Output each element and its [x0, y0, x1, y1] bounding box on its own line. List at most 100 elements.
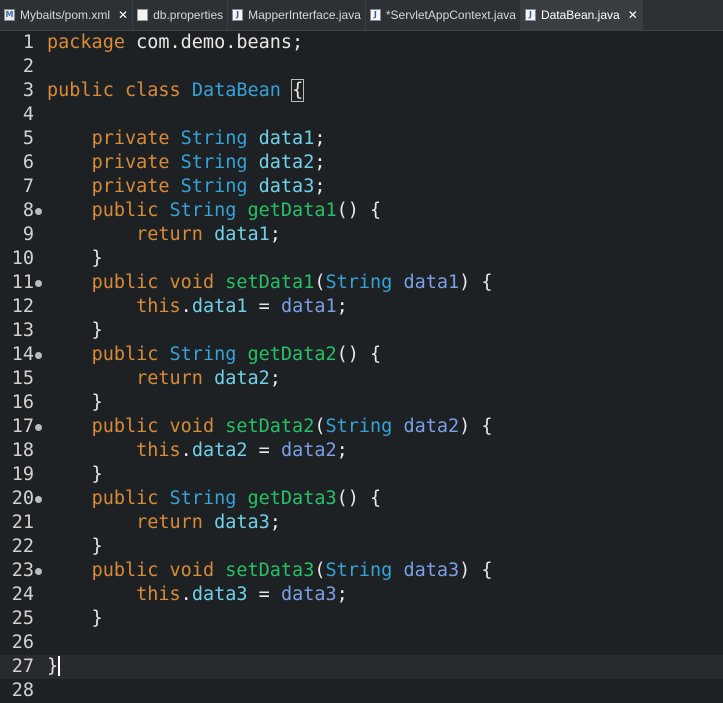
- code-token: .: [180, 440, 192, 461]
- code-line[interactable]: 22 }: [0, 535, 723, 559]
- code-line[interactable]: 9 return data1;: [0, 223, 723, 247]
- code-line[interactable]: 16 }: [0, 391, 723, 415]
- fold-toggle-icon[interactable]: [35, 424, 42, 431]
- code-token: String: [180, 176, 248, 197]
- line-number: 25: [11, 608, 34, 629]
- code-line[interactable]: 11 public void setData1(String data1) {: [0, 271, 723, 295]
- code-token: return: [136, 368, 203, 389]
- code-line[interactable]: 20 public String getData3() {: [0, 487, 723, 511]
- line-number: 9: [22, 224, 34, 245]
- close-icon[interactable]: ✕: [628, 8, 638, 22]
- code-token: void: [169, 560, 215, 581]
- properties-file-icon: [137, 9, 149, 21]
- tab-0[interactable]: M Mybaits/pom.xml ✕: [0, 0, 134, 30]
- line-number: 27: [11, 656, 34, 677]
- line-number: 6: [22, 152, 34, 173]
- code-token: ) {: [459, 560, 493, 581]
- code-line[interactable]: 15 return data2;: [0, 367, 723, 391]
- maven-file-icon: M: [4, 9, 15, 21]
- tab-1[interactable]: db.properties: [133, 0, 229, 30]
- code-line[interactable]: 19 }: [0, 463, 723, 487]
- code-line[interactable]: 3 public class DataBean {: [0, 79, 723, 103]
- code-token: String: [169, 488, 237, 509]
- code-text: this.data1 = data1;: [47, 295, 348, 319]
- code-line[interactable]: 12 this.data1 = data1;: [0, 295, 723, 319]
- code-line[interactable]: 8 public String getData1() {: [0, 199, 723, 223]
- code-token: public: [47, 80, 114, 101]
- line-number: 24: [11, 584, 34, 605]
- code-line[interactable]: 25 }: [0, 607, 723, 631]
- code-token: DataBean: [191, 80, 281, 101]
- code-token: =: [247, 440, 281, 461]
- close-icon[interactable]: ✕: [118, 8, 128, 22]
- tab-3[interactable]: J *ServletAppContext.java: [365, 0, 521, 30]
- code-line[interactable]: 6 private String data2;: [0, 151, 723, 175]
- code-line[interactable]: 4: [0, 103, 723, 127]
- code-text: public String getData3() {: [47, 487, 382, 511]
- code-token: }: [47, 320, 103, 341]
- code-line[interactable]: 7 private String data3;: [0, 175, 723, 199]
- code-text: return data3;: [47, 511, 281, 535]
- code-line[interactable]: 21 return data3;: [0, 511, 723, 535]
- fold-toggle-icon[interactable]: [35, 568, 42, 575]
- code-line[interactable]: 24 this.data3 = data3;: [0, 583, 723, 607]
- code-token: class: [124, 80, 181, 101]
- line-number: 15: [11, 368, 34, 389]
- code-text: }: [47, 319, 103, 343]
- code-token: }: [47, 536, 103, 557]
- code-token: String: [325, 416, 393, 437]
- fold-toggle-icon[interactable]: [35, 280, 42, 287]
- code-text: private String data1;: [47, 127, 326, 151]
- code-token: setData1: [225, 272, 315, 293]
- code-line[interactable]: 2: [0, 55, 723, 79]
- code-line[interactable]: 27}: [0, 655, 723, 679]
- code-line[interactable]: 5 private String data1;: [0, 127, 723, 151]
- code-line[interactable]: 18 this.data2 = data2;: [0, 439, 723, 463]
- fold-toggle-icon[interactable]: [35, 496, 42, 503]
- code-token: package: [47, 32, 125, 53]
- code-line[interactable]: 1 package com.demo.beans;: [0, 31, 723, 55]
- code-token: data1: [214, 224, 270, 245]
- code-line[interactable]: 17 public void setData2(String data2) {: [0, 415, 723, 439]
- code-token: private: [91, 176, 170, 197]
- code-line[interactable]: 28: [0, 679, 723, 703]
- code-editor[interactable]: 1 package com.demo.beans; 2 3 public class D…: [0, 31, 723, 701]
- tab-4[interactable]: J DataBean.java ✕: [520, 0, 643, 30]
- code-token: return: [136, 512, 203, 533]
- code-token: com.demo.beans;: [124, 32, 304, 53]
- code-token: return: [136, 224, 203, 245]
- code-token: private: [91, 128, 170, 149]
- tab-2[interactable]: J MapperInterface.java: [228, 0, 366, 30]
- java-file-icon: J: [369, 9, 381, 21]
- code-line[interactable]: 26: [0, 631, 723, 655]
- code-line[interactable]: 23 public void setData3(String data3) {: [0, 559, 723, 583]
- code-token: }: [47, 656, 59, 677]
- code-token: data2: [191, 440, 248, 461]
- code-line[interactable]: 14 public String getData2() {: [0, 343, 723, 367]
- code-token: {: [291, 79, 305, 102]
- code-line[interactable]: 10 }: [0, 247, 723, 271]
- code-token: data3: [258, 176, 315, 197]
- code-token: }: [47, 392, 103, 413]
- code-token: public: [91, 272, 159, 293]
- fold-toggle-icon[interactable]: [35, 352, 42, 359]
- code-token: .: [180, 584, 192, 605]
- code-line[interactable]: 13 }: [0, 319, 723, 343]
- fold-toggle-icon[interactable]: [35, 208, 42, 215]
- code-token: ) {: [459, 272, 493, 293]
